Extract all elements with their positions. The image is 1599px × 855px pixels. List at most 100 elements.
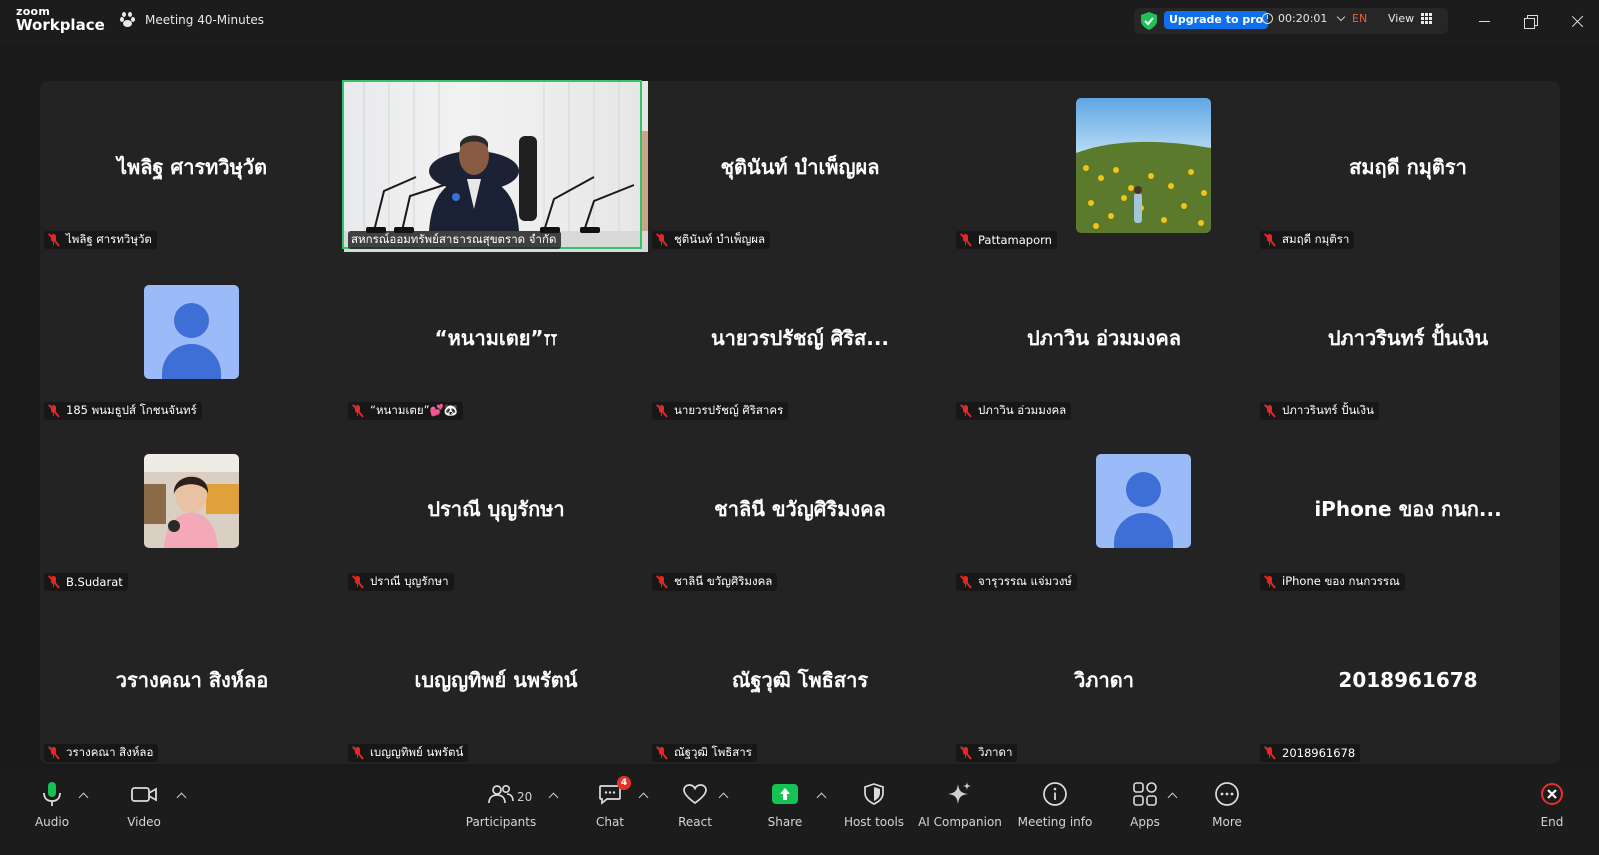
participant-tile[interactable]: ปราณี บุญรักษา ปราณี บุญรักษา [344,423,648,594]
paw-icon [120,12,136,28]
participant-name-label: ชาลินี ขวัญศิริมงคล [652,573,778,591]
share-screen-button[interactable]: Share [740,779,830,829]
participant-display-name: ณัฐวุฒิ โพธิสาร [731,667,869,692]
mic-muted-icon [959,233,973,247]
meeting-title: Meeting 40-Minutes [120,12,264,28]
participant-tile[interactable]: ชุตินันท์ บำเพ็ญผล ชุตินันท์ บำเพ็ญผล [648,81,952,252]
title-bar: zoom Workplace Meeting 40-Minutes Upgrad… [0,0,1599,44]
participant-tile[interactable]: จารุวรรณ แจ่มวงษ์ [952,423,1256,594]
more-options-icon [1215,782,1239,806]
active-speaker-border [342,80,642,249]
participant-tile[interactable]: Pattamaporn [952,81,1256,252]
participant-display-name: วรางคณา สิงห์ลอ [115,667,269,692]
mic-muted-icon [1263,404,1277,418]
mic-muted-icon [1263,233,1277,247]
video-label: Video [127,815,161,829]
meeting-timer[interactable]: 00:20:01 [1262,12,1346,25]
host-tools-button[interactable]: Host tools [829,779,919,829]
participant-tile[interactable]: นายวรปรัชญ์ ศิริส... นายวรปรัชญ์ ศิริสาค… [648,252,952,423]
host-tools-label: Host tools [843,815,905,829]
shield-check-icon[interactable] [1141,12,1157,30]
mic-muted-icon [47,746,61,760]
upgrade-to-pro-button[interactable]: Upgrade to pro [1164,11,1269,29]
participant-name: นายวรปรัชญ์ ศิริสาคร [674,403,784,417]
participant-name: 185 พนมธูปส์ โกชนจันทร์ [66,403,197,417]
apps-button[interactable]: Apps [1100,779,1190,829]
chat-unread-badge: 4 [617,776,631,790]
apps-icon [1133,782,1157,806]
meeting-info-button[interactable]: Meeting info [1010,779,1100,829]
participant-display-name: ไพลิฐ ศารทวิษุวัต [117,154,267,179]
participant-tile[interactable]: ปภาวิน อ่วมมงคล ปภาวิน อ่วมมงคล [952,252,1256,423]
chat-label: Chat [595,815,625,829]
end-meeting-icon [1541,783,1563,805]
meeting-controls-toolbar: Audio Video Participants 20 4 Chat React… [0,769,1599,855]
participant-name-label: “หนามเตย”💕🐼 [348,402,464,420]
participant-profile-photo [144,454,239,548]
meeting-info-label: Meeting info [1017,815,1093,829]
microphone-icon [43,782,61,806]
participant-display-name: วิภาดา [1074,667,1134,692]
mic-muted-icon [47,233,61,247]
participant-tile[interactable]: วรางคณา สิงห์ลอ วรางคณา สิงห์ลอ [40,594,344,765]
participants-icon [488,784,514,804]
gallery-view: ไพลิฐ ศารทวิษุวัต ไพลิฐ ศารทวิษุวัต สหกร… [40,80,1560,765]
participant-name-label: ปราณี บุญรักษา [348,573,454,591]
mic-muted-icon [47,404,61,418]
audio-button[interactable]: Audio [7,779,97,829]
clock-icon [1262,13,1273,24]
zoom-workplace-logo: zoom Workplace [16,6,105,33]
participant-tile[interactable]: 2018961678 2018961678 [1256,594,1560,765]
chat-button[interactable]: 4 Chat [565,776,655,829]
participants-button[interactable]: Participants [456,779,546,829]
grid-view-icon [1421,13,1433,24]
participant-tile[interactable]: B.Sudarat [40,423,344,594]
restore-window-button[interactable] [1516,10,1546,32]
participant-tile[interactable]: ปภาวรินทร์ ปั้นเงิน ปภาวรินทร์ ปั้นเงิน [1256,252,1560,423]
participant-name-label: 185 พนมธูปส์ โกชนจันทร์ [44,402,202,420]
participant-name: 2018961678 [1282,746,1356,760]
participant-tile[interactable]: เบญญทิพย์ นพรัตน์ เบญญทิพย์ นพรัตน์ [344,594,648,765]
participant-tile[interactable]: “หนามเตย”𐏑𐏑 “หนามเตย”💕🐼 [344,252,648,423]
participant-tile[interactable]: iPhone ของ กนก... iPhone ของ กนกวรรณ [1256,423,1560,594]
participant-tile[interactable]: 185 พนมธูปส์ โกชนจันทร์ [40,252,344,423]
more-button[interactable]: More [1182,779,1272,829]
participants-label: Participants [465,815,537,829]
ai-companion-label: AI Companion [918,815,1002,829]
ai-sparkle-icon [948,782,971,804]
participant-name: B.Sudarat [66,575,123,589]
meeting-stage: ไพลิฐ ศารทวิษุวัต ไพลิฐ ศารทวิษุวัต สหกร… [0,44,1599,769]
react-label: React [678,815,712,829]
participant-name: ณัฐวุฒิ โพธิสาร [674,745,752,759]
minimize-window-button[interactable] [1470,10,1500,32]
participants-options-caret[interactable] [548,792,559,803]
participant-tile[interactable]: ไพลิฐ ศารทวิษุวัต ไพลิฐ ศารทวิษุวัต [40,81,344,252]
end-meeting-button[interactable]: End [1507,779,1597,829]
language-indicator[interactable]: EN [1352,12,1367,25]
participant-name-label: นายวรปรัชญ์ ศิริสาคร [652,402,789,420]
participant-name: ปภาวิน อ่วมมงคล [978,403,1067,417]
participant-display-name: 2018961678 [1338,667,1478,692]
mic-muted-icon [959,575,973,589]
participant-name-label: ปภาวรินทร์ ปั้นเงิน [1260,402,1379,420]
participant-name: ปราณี บุญรักษา [370,574,449,588]
participant-tile[interactable]: วิภาดา วิภาดา [952,594,1256,765]
participant-name: สมฤดี กมุติรา [1282,232,1350,246]
ai-companion-button[interactable]: AI Companion [915,779,1005,829]
participant-name-label: วิภาดา [956,744,1018,762]
participant-tile[interactable]: สมฤดี กมุติรา สมฤดี กมุติรา [1256,81,1560,252]
default-avatar-icon [1096,454,1191,548]
video-button[interactable]: Video [99,779,189,829]
participant-name-label: 2018961678 [1260,744,1361,762]
participant-tile-active-speaker[interactable]: สหกรณ์ออมทรัพย์สาธารณสุขตราด จำกัด [342,80,648,252]
react-button[interactable]: React [650,779,740,829]
mic-muted-icon [1263,575,1277,589]
mic-muted-icon [655,575,669,589]
participant-tile[interactable]: ณัฐวุฒิ โพธิสาร ณัฐวุฒิ โพธิสาร [648,594,952,765]
participant-name: วรางคณา สิงห์ลอ [66,745,154,759]
view-button[interactable]: View [1388,12,1433,25]
close-window-button[interactable] [1563,10,1593,32]
participant-tile[interactable]: ชาลินี ขวัญศิริมงคล ชาลินี ขวัญศิริมงคล [648,423,952,594]
mic-muted-icon [655,233,669,247]
participant-display-name: ปราณี บุญรักษา [427,496,565,521]
